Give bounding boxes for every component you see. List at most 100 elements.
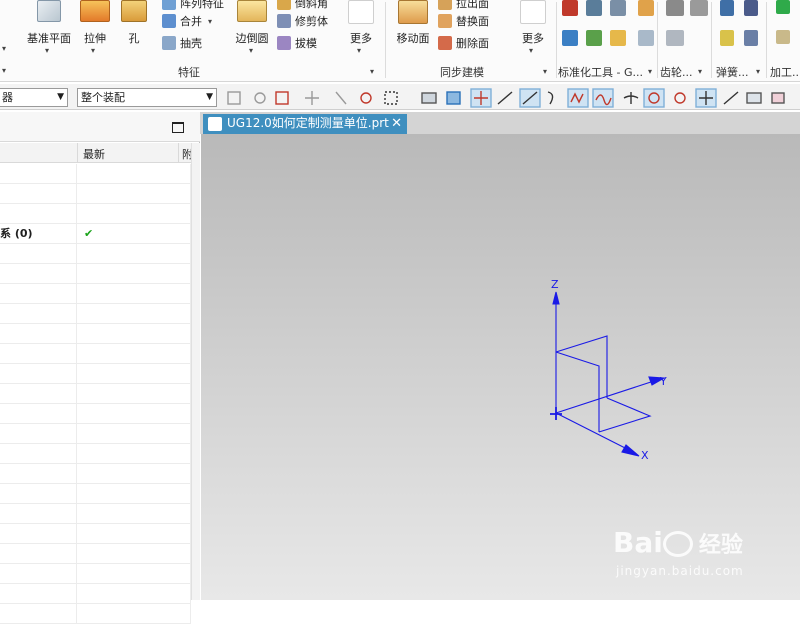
machining-tool-icon[interactable] <box>776 30 790 44</box>
ribbon-collapse[interactable]: ▾ <box>2 66 6 75</box>
select-box-icon[interactable] <box>275 91 289 105</box>
navigator-row[interactable] <box>0 184 191 204</box>
std-tool-icon[interactable] <box>586 30 602 46</box>
ribbon-separator <box>657 2 658 78</box>
curve-icon[interactable] <box>547 91 554 105</box>
pick-icon[interactable] <box>335 91 347 105</box>
unite-button[interactable]: 合并 ▾ <box>162 12 212 30</box>
control-point-active-icon[interactable] <box>567 88 589 108</box>
gear-tool-icon[interactable] <box>666 0 684 16</box>
datum-plane-button[interactable]: 基准平面 ▾ <box>24 0 74 62</box>
navigator-row[interactable] <box>0 544 191 564</box>
navigator-row[interactable] <box>0 284 191 304</box>
spring-tool-icon[interactable] <box>744 0 758 16</box>
gear-tool-icon[interactable] <box>666 30 684 46</box>
z-axis-label: Z <box>551 278 559 291</box>
target-icon[interactable] <box>360 92 372 104</box>
assembly-scope-combo[interactable]: 整个装配 ▼ <box>77 88 217 107</box>
navigator-row[interactable] <box>0 324 191 344</box>
edge-blend-dropdown[interactable]: ▾ <box>249 46 253 55</box>
navigator-row[interactable] <box>0 484 191 504</box>
document-tab[interactable]: UG12.0如何定制测量单位.prt ✕ <box>203 114 407 134</box>
navigator-row[interactable] <box>0 444 191 464</box>
std-tool-icon[interactable] <box>638 0 654 16</box>
line-snap-icon[interactable] <box>497 91 513 105</box>
trim-body-button[interactable]: 修剪体 <box>277 12 328 30</box>
extrude-button[interactable]: 拉伸 ▾ <box>76 0 114 62</box>
more-sync-dropdown[interactable]: ▾ <box>529 46 533 55</box>
navigator-row[interactable] <box>0 464 191 484</box>
graphics-window[interactable]: Z Y X Bai 经验 jingyan.baidu.com <box>201 134 800 600</box>
navigator-row-name <box>0 244 77 264</box>
navigator-row[interactable] <box>0 564 191 584</box>
hole-button[interactable]: 孔 <box>118 0 150 62</box>
more-features-dropdown[interactable]: ▾ <box>357 46 361 55</box>
navigator-row[interactable] <box>0 404 191 424</box>
solid-icon[interactable] <box>421 92 437 104</box>
pull-face-button[interactable]: 拉出面 <box>438 0 489 12</box>
type-filter-combo[interactable]: 器 ▼ <box>0 88 68 107</box>
navigator-row[interactable] <box>0 424 191 444</box>
lasso-icon[interactable] <box>384 91 398 105</box>
std-tool-icon[interactable] <box>586 0 602 16</box>
std-tool-icon[interactable] <box>562 0 578 16</box>
edge-blend-button[interactable]: 边倒圆 ▾ <box>232 0 272 62</box>
move-face-button[interactable]: 移动面 <box>392 0 434 62</box>
crosshair-icon[interactable] <box>305 91 319 105</box>
shell-button[interactable]: 抽壳 <box>162 34 202 52</box>
more-features-button[interactable]: 更多 ▾ <box>342 0 380 62</box>
navigator-row[interactable] <box>0 364 191 384</box>
ribbon-scroll-left[interactable]: ▾ <box>2 44 6 53</box>
sync-group-options[interactable]: ▾ <box>543 67 547 76</box>
gear-group-options[interactable]: ▾ <box>698 67 702 76</box>
navigator-row[interactable] <box>0 584 191 604</box>
intersection-icon[interactable] <box>623 92 639 104</box>
navigator-row[interactable] <box>0 344 191 364</box>
navigator-row[interactable] <box>0 164 191 184</box>
filter-icon[interactable] <box>227 91 241 105</box>
extrude-dropdown[interactable]: ▾ <box>91 46 95 55</box>
gear-tool-icon[interactable] <box>690 0 708 16</box>
machining-check-icon[interactable] <box>776 0 790 14</box>
more-sync-button[interactable]: 更多 ▾ <box>514 0 552 62</box>
spring-group-options[interactable]: ▾ <box>756 67 760 76</box>
feature-group-options[interactable]: ▾ <box>370 67 374 76</box>
quadrant-icon[interactable] <box>674 92 686 104</box>
replace-face-button[interactable]: 替换面 <box>438 12 489 30</box>
navigator-row[interactable] <box>0 264 191 284</box>
std-tool-icon[interactable] <box>638 30 654 46</box>
draft-button[interactable]: 拔模 <box>277 34 317 52</box>
std-tools-group-options[interactable]: ▾ <box>648 67 652 76</box>
pattern-feature-button[interactable]: 阵列特征 <box>162 0 224 12</box>
datum-plane-dropdown[interactable]: ▾ <box>45 46 49 55</box>
navigator-row[interactable] <box>0 304 191 324</box>
column-latest[interactable]: 最新 <box>83 146 105 162</box>
delete-face-button[interactable]: 删除面 <box>438 34 489 52</box>
navigator-scrollbar[interactable] <box>191 143 200 600</box>
std-tool-icon[interactable] <box>562 30 578 46</box>
maximize-icon[interactable] <box>172 122 184 133</box>
navigator-row[interactable]: 系 (0) ✔ <box>0 224 191 244</box>
arc-center-active-icon[interactable] <box>643 88 665 108</box>
spring-tool-icon[interactable] <box>720 0 734 16</box>
body-icon[interactable] <box>446 91 461 105</box>
bounded-icon[interactable] <box>771 92 785 104</box>
face-icon[interactable] <box>746 92 762 104</box>
close-icon[interactable]: ✕ <box>391 114 402 133</box>
spring-tool-icon[interactable] <box>720 30 734 46</box>
unite-dropdown[interactable]: ▾ <box>208 17 212 26</box>
std-tool-icon[interactable] <box>610 30 626 46</box>
spring-tool-icon[interactable] <box>744 30 758 46</box>
snap-icon[interactable] <box>254 92 266 104</box>
navigator-row[interactable] <box>0 204 191 224</box>
chamfer-button[interactable]: 倒斜角 <box>277 0 328 12</box>
tangent-icon[interactable] <box>723 91 739 105</box>
ribbon-separator <box>711 2 712 78</box>
navigator-row[interactable] <box>0 524 191 544</box>
navigator-row[interactable] <box>0 604 191 624</box>
std-tool-icon[interactable] <box>610 0 626 16</box>
navigator-row[interactable] <box>0 384 191 404</box>
navigator-row[interactable] <box>0 504 191 524</box>
chamfer-icon <box>277 0 291 10</box>
navigator-row[interactable] <box>0 244 191 264</box>
